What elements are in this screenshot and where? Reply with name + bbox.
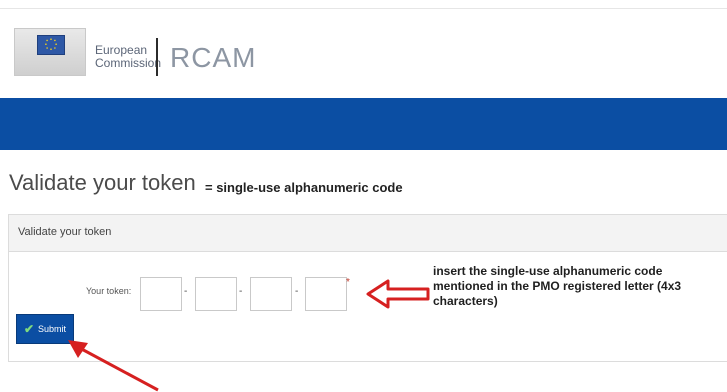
eu-flag-icon (37, 35, 65, 55)
header-separator (156, 38, 158, 76)
ec-logo (14, 28, 86, 76)
org-line2: Commission (95, 56, 162, 70)
token-separator: - (295, 286, 299, 297)
submit-label: Submit (38, 324, 67, 334)
instruction-annotation: insert the single-use alphanumeric code … (433, 264, 682, 308)
left-arrow-annotation-icon (366, 279, 430, 309)
pointer-arrow-annotation-icon (68, 340, 159, 392)
token-input-1[interactable] (140, 277, 182, 311)
token-separator: - (239, 286, 243, 297)
org-name: European Commission (95, 44, 161, 70)
token-input-4[interactable] (305, 277, 347, 311)
annotation-note: = single-use alphanumeric code (205, 180, 403, 195)
top-navigation-bar (0, 98, 727, 150)
token-input-2[interactable] (195, 277, 237, 311)
token-separator: - (184, 286, 188, 297)
checkmark-icon: ✔ (23, 322, 35, 336)
panel-header: Validate your token (9, 215, 727, 252)
required-marker: * (346, 277, 350, 288)
app-name: RCAM (170, 42, 257, 73)
panel-heading: Validate your token (18, 226, 112, 238)
token-label: Your token: (86, 286, 132, 296)
token-input-3[interactable] (250, 277, 292, 311)
page-title: Validate your token (9, 170, 196, 195)
top-divider (0, 8, 727, 9)
